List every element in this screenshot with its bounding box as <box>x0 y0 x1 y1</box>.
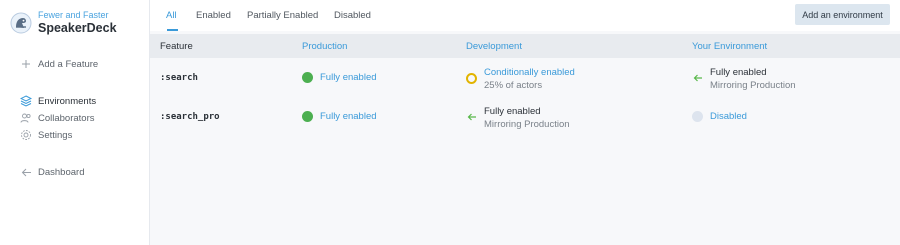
status-label: Disabled <box>710 111 747 122</box>
development-status[interactable]: Conditionally enabled 25% of actors <box>466 66 575 92</box>
production-status[interactable]: Fully enabled <box>302 71 377 84</box>
gear-icon <box>20 129 32 141</box>
your-environment-status[interactable]: Fully enabled Mirroring Production <box>692 66 796 92</box>
org-name: Fewer and Faster <box>38 10 109 20</box>
add-environment-button[interactable]: Add an environment <box>795 4 890 25</box>
status-detail: 25% of actors <box>484 80 543 91</box>
environments-label: Environments <box>38 95 97 107</box>
status-label: Fully enabled <box>320 111 377 122</box>
add-feature-label: Add a Feature <box>38 58 99 70</box>
yellow-ring-icon <box>466 73 477 84</box>
sidebar-item-collaborators[interactable]: Collaborators <box>20 112 95 124</box>
active-tab-indicator <box>167 29 178 31</box>
sidebar: Fewer and Faster SpeakerDeck Add a Featu… <box>0 0 150 245</box>
green-dot-icon <box>302 111 313 122</box>
status-label: Conditionally enabled <box>484 67 575 78</box>
status-label: Fully enabled <box>484 106 541 117</box>
tab-enabled[interactable]: Enabled <box>196 10 231 21</box>
column-header-development[interactable]: Development <box>466 41 522 52</box>
app-logo-icon <box>10 12 32 34</box>
sidebar-item-dashboard[interactable]: Dashboard <box>20 166 84 178</box>
tab-disabled[interactable]: Disabled <box>334 10 371 21</box>
tab-all[interactable]: All <box>166 10 177 21</box>
feature-name[interactable]: :search_pro <box>160 112 220 122</box>
app-name: SpeakerDeck <box>38 21 117 35</box>
sidebar-item-settings[interactable]: Settings <box>20 129 72 141</box>
column-header-production[interactable]: Production <box>302 41 347 52</box>
table-header: Feature Production Development Your Envi… <box>150 34 900 58</box>
status-detail: Mirroring Production <box>484 119 570 130</box>
status-label: Fully enabled <box>320 72 377 83</box>
green-dot-icon <box>302 72 313 83</box>
filter-tabs-bar: All Enabled Partially Enabled Disabled <box>150 0 900 31</box>
settings-label: Settings <box>38 129 73 141</box>
add-feature-link[interactable]: Add a Feature <box>20 58 98 70</box>
plus-icon <box>20 58 32 70</box>
layers-icon <box>20 95 32 107</box>
dashboard-label: Dashboard <box>38 166 85 178</box>
status-label: Fully enabled <box>710 67 767 78</box>
table-row: :search_pro Fully enabled Fully enabled … <box>150 105 900 145</box>
arrow-back-icon <box>20 166 32 178</box>
column-header-feature: Feature <box>160 41 193 52</box>
status-detail: Mirroring Production <box>710 80 796 91</box>
grey-dot-icon <box>692 111 703 122</box>
development-status[interactable]: Fully enabled Mirroring Production <box>466 105 570 131</box>
column-header-your-environment[interactable]: Your Environment <box>692 41 767 52</box>
tab-partially-enabled[interactable]: Partially Enabled <box>247 10 318 21</box>
production-status[interactable]: Fully enabled <box>302 110 377 123</box>
feature-name[interactable]: :search <box>160 73 198 83</box>
table-row: :search Fully enabled Conditionally enab… <box>150 66 900 106</box>
users-icon <box>20 112 32 124</box>
collaborators-label: Collaborators <box>38 112 95 124</box>
brand[interactable]: Fewer and Faster SpeakerDeck <box>10 10 117 36</box>
arrow-left-icon <box>466 111 477 122</box>
your-environment-status[interactable]: Disabled <box>692 110 747 123</box>
arrow-left-icon <box>692 72 703 83</box>
sidebar-item-environments[interactable]: Environments <box>20 95 96 107</box>
